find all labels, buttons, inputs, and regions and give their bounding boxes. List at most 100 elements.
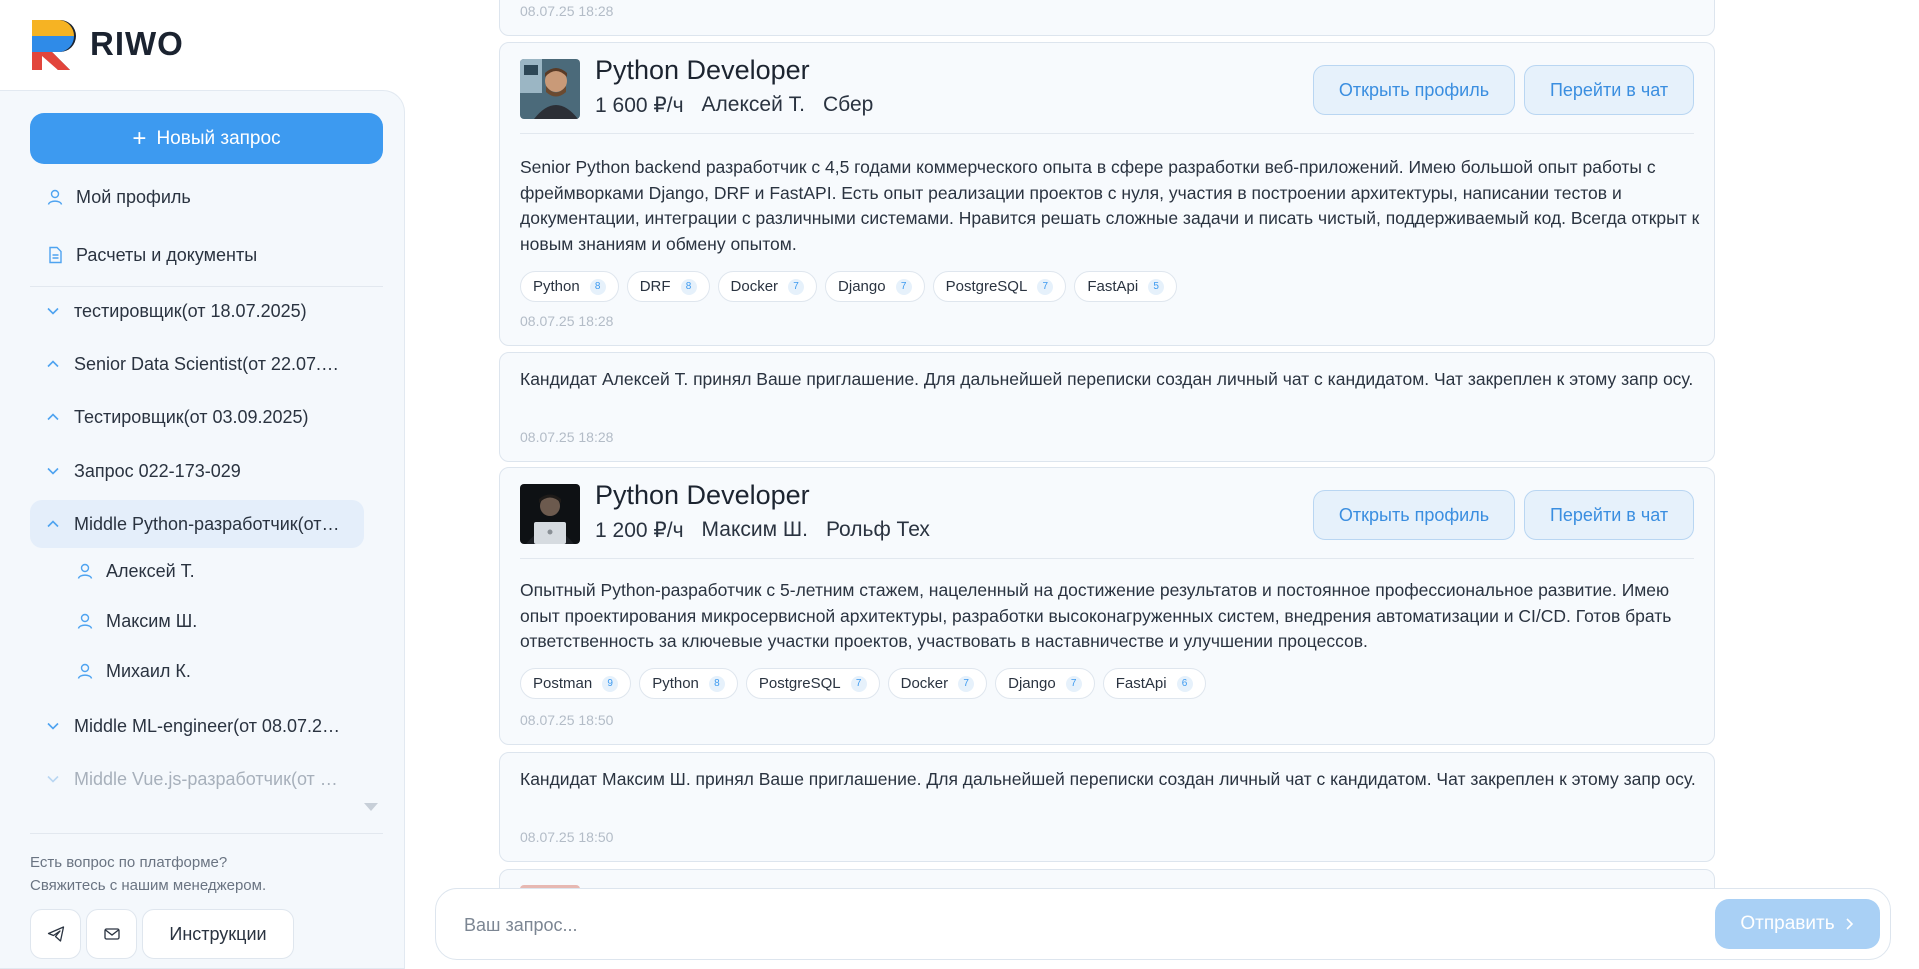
riwo-logo-icon — [30, 18, 82, 70]
tag-label: Django — [1008, 675, 1056, 692]
chevron-down-icon — [47, 307, 59, 315]
skill-tag: Django 7 — [995, 668, 1095, 699]
tag-label: Docker — [900, 675, 949, 692]
request-label: Senior Data Scientist(от 22.07.2… — [74, 353, 344, 374]
candidate-item[interactable]: Михаил К. — [76, 650, 191, 692]
tag-count: 7 — [958, 675, 975, 692]
avatar[interactable] — [520, 484, 580, 544]
skill-tag: PostgreSQL 7 — [745, 668, 880, 699]
request-label: тестировщик(от 18.07.2025) — [74, 300, 307, 321]
timestamp: 08.07.25 18:28 — [520, 429, 614, 445]
tag-label: Python — [533, 278, 580, 295]
request-item-active[interactable]: Middle Python-разработчик(от… — [30, 500, 364, 548]
request-item[interactable]: Запрос 022-173-029 — [30, 447, 364, 495]
document-icon — [49, 246, 62, 264]
logo[interactable]: RIWO — [30, 18, 184, 70]
chevron-up-icon — [47, 520, 59, 528]
skill-tag: Django 7 — [825, 271, 925, 302]
skill-tag: Python 8 — [520, 271, 619, 302]
candidate-card: Python Developer 1 200 ₽/ч Максим Ш. Рол… — [499, 467, 1715, 745]
avatar[interactable] — [520, 59, 580, 119]
tag-count: 6 — [1176, 675, 1193, 692]
skill-tag: Python 8 — [639, 668, 738, 699]
candidate-subtitle: 1 200 ₽/ч Максим Ш. Рольф Тех — [595, 518, 930, 543]
request-item[interactable]: Senior Data Scientist(от 22.07.2… — [30, 340, 364, 388]
message-card: Кандидат Алексей Т. принял Ваше приглаше… — [499, 352, 1715, 462]
tag-count: 7 — [1065, 675, 1082, 692]
candidate-description: Senior Python backend разработчик с 4,5 … — [520, 157, 1700, 254]
message-card: Кандидат Максим Ш. принял Ваше приглашен… — [499, 752, 1715, 862]
telegram-icon — [47, 926, 64, 942]
candidate-name: Максим Ш. — [701, 518, 808, 541]
skill-tag: DRF 8 — [626, 271, 710, 302]
tag-count: 5 — [1148, 278, 1165, 295]
skill-tag: FastApi 6 — [1102, 668, 1206, 699]
request-item[interactable]: Тестировщик(от 03.09.2025) — [30, 393, 364, 441]
request-item[interactable]: тестировщик(от 18.07.2025) — [30, 287, 364, 335]
help-text: Есть вопрос по платформе? Свяжитесь с на… — [30, 851, 266, 897]
chevron-up-icon — [47, 413, 59, 421]
candidate-name: Михаил К. — [106, 660, 191, 681]
tag-label: Python — [652, 675, 699, 692]
menu-item-my-profile[interactable]: Мой профиль — [30, 175, 191, 219]
tag-count: 8 — [589, 278, 606, 295]
logo-text: RIWO — [90, 25, 184, 62]
candidate-name: Максим Ш. — [106, 610, 198, 631]
request-item[interactable]: Middle ML-engineer(от 08.07.20… — [30, 702, 364, 750]
query-input[interactable] — [464, 907, 1614, 943]
candidate-name: Алексей Т. — [701, 93, 805, 116]
menu-item-label: Расчеты и документы — [76, 244, 258, 265]
request-item[interactable]: Middle Vue.js-разработчик(от … — [30, 755, 364, 803]
send-label: Отправить — [1740, 913, 1835, 934]
sidebar: + Новый запрос Мой профиль Расчеты и док… — [0, 90, 405, 969]
candidate-company: Сбер — [822, 93, 874, 116]
help-line: Свяжитесь с нашим менеджером. — [30, 877, 267, 894]
email-button[interactable] — [86, 909, 137, 959]
mail-icon — [103, 928, 120, 940]
user-icon — [77, 563, 93, 579]
timestamp: 08.07.25 18:50 — [520, 829, 614, 845]
skill-tag: FastApi 5 — [1074, 271, 1178, 302]
skill-tag: PostgreSQL 7 — [932, 271, 1067, 302]
menu-item-label: Мой профиль — [76, 186, 191, 207]
tag-count: 7 — [895, 278, 912, 295]
tag-label: PostgreSQL — [945, 278, 1028, 295]
chevron-up-icon — [47, 360, 59, 368]
open-profile-button[interactable]: Открыть профиль — [1313, 65, 1515, 115]
help-line: Есть вопрос по платформе? — [30, 854, 228, 871]
skill-tags: Python 8 DRF 8 Docker 7 Django 7 PostgreSQL 7… — [520, 271, 1178, 302]
query-input-bar: Отправить — [435, 888, 1891, 960]
card-divider — [520, 558, 1694, 559]
open-profile-button[interactable]: Открыть профиль — [1313, 490, 1515, 540]
system-message: Кандидат Максим Ш. принял Ваше приглашен… — [520, 769, 1696, 789]
chevron-down-icon — [47, 775, 59, 783]
menu-item-documents[interactable]: Расчеты и документы — [30, 233, 257, 277]
tag-count: 7 — [1037, 278, 1054, 295]
tag-count: 7 — [788, 278, 805, 295]
new-request-button[interactable]: + Новый запрос — [30, 113, 383, 164]
request-label: Запрос 022-173-029 — [74, 460, 241, 481]
go-to-chat-button[interactable]: Перейти в чат — [1524, 65, 1694, 115]
chevron-down-icon — [47, 467, 59, 475]
request-label: Тестировщик(от 03.09.2025) — [74, 406, 309, 427]
candidate-rate: 1 600 ₽/ч — [595, 94, 684, 117]
candidate-description: Опытный Python-разработчик с 5-летним ст… — [520, 580, 1672, 651]
candidate-item[interactable]: Максим Ш. — [76, 600, 197, 642]
candidate-item[interactable]: Алексей Т. — [76, 550, 195, 592]
skill-tag: Docker 7 — [717, 271, 818, 302]
plus-icon: + — [132, 124, 147, 152]
system-message: Кандидат Алексей Т. принял Ваше приглаше… — [520, 369, 1694, 389]
tag-label: FastApi — [1115, 675, 1167, 692]
candidate-rate: 1 200 ₽/ч — [595, 519, 684, 542]
card-divider — [520, 133, 1694, 134]
telegram-button[interactable] — [30, 909, 81, 959]
new-request-label: Новый запрос — [156, 127, 281, 149]
send-button[interactable]: Отправить — [1715, 899, 1880, 949]
request-label: Middle Python-разработчик(от… — [74, 513, 340, 534]
tag-label: PostgreSQL — [758, 675, 841, 692]
timestamp: 08.07.25 18:28 — [520, 313, 614, 329]
message-card: 08.07.25 18:28 — [499, 0, 1715, 36]
scroll-down-icon[interactable] — [364, 803, 378, 811]
instructions-button[interactable]: Инструкции — [142, 909, 294, 959]
go-to-chat-button[interactable]: Перейти в чат — [1524, 490, 1694, 540]
